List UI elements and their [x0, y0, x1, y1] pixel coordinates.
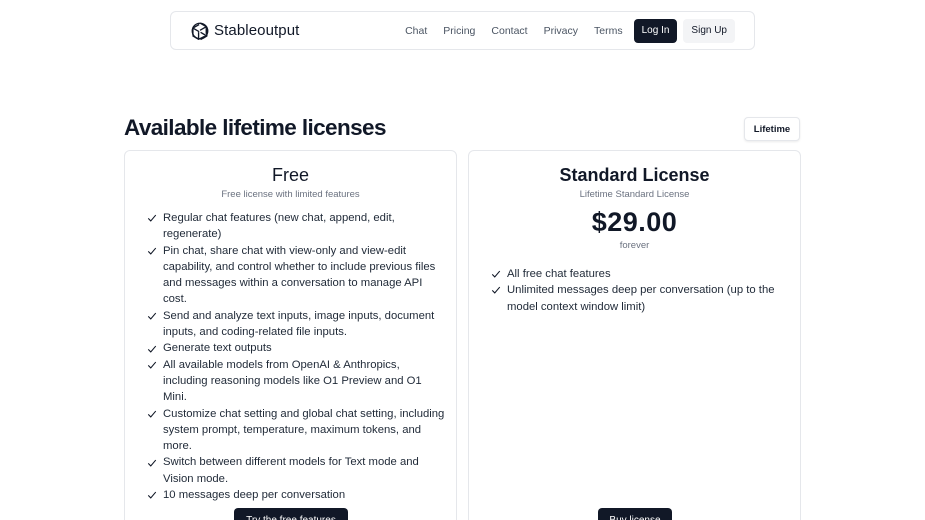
feature-item: All available models from OpenAI & Anthr…	[147, 357, 447, 406]
check-icon	[147, 243, 163, 259]
feature-text: Regular chat features (new chat, append,…	[163, 212, 395, 241]
top-navbar: Stableoutput Chat Pricing Contact Privac…	[170, 11, 755, 50]
feature-text: 10 messages deep per conversation	[163, 489, 346, 502]
feature-text: All available models from OpenAI & Anthr…	[163, 358, 422, 404]
nav-link-pricing[interactable]: Pricing	[443, 25, 475, 37]
feature-item: 10 messages deep per conversation	[147, 487, 447, 503]
signup-button[interactable]: Sign Up	[683, 18, 735, 43]
openai-knot-icon	[190, 21, 210, 41]
check-icon	[147, 308, 163, 324]
feature-text: Switch between different models for Text…	[163, 456, 419, 485]
plan-subtitle: Free license with limited features	[221, 189, 360, 200]
feature-list: All free chat features Unlimited message…	[491, 266, 791, 315]
plan-title: Standard License	[559, 165, 710, 185]
try-free-button[interactable]: Try the free features	[234, 508, 348, 520]
check-icon	[147, 210, 163, 226]
feature-text: All free chat features	[507, 268, 611, 280]
nav-link-contact[interactable]: Contact	[491, 25, 527, 37]
feature-item: Generate text outputs	[147, 340, 447, 356]
nav-link-chat[interactable]: Chat	[405, 25, 427, 37]
check-icon	[491, 282, 507, 298]
buy-license-button[interactable]: Buy license	[598, 508, 672, 520]
check-icon	[491, 266, 507, 282]
feature-text: Send and analyze text inputs, image inpu…	[163, 309, 435, 339]
nav-links: Chat Pricing Contact Privacy Terms Log I…	[405, 18, 735, 43]
feature-item: Send and analyze text inputs, image inpu…	[147, 308, 447, 341]
login-button[interactable]: Log In	[633, 18, 678, 43]
feature-item: Unlimited messages deep per conversation…	[491, 282, 791, 315]
check-icon	[147, 487, 163, 503]
plan-card-standard: Standard License Lifetime Standard Licen…	[468, 150, 801, 520]
nav-link-terms[interactable]: Terms	[594, 25, 623, 37]
brand-logo-link[interactable]: Stableoutput	[190, 21, 299, 41]
check-icon	[147, 454, 163, 470]
feature-text: Generate text outputs	[163, 342, 272, 355]
plan-period: forever	[619, 240, 650, 251]
section-title: Available lifetime licenses	[124, 115, 386, 140]
feature-text: Unlimited messages deep per conversation…	[507, 284, 775, 313]
plan-subtitle: Lifetime Standard License	[579, 189, 690, 200]
feature-item: Customize chat setting and global chat s…	[147, 406, 447, 455]
check-icon	[147, 357, 163, 373]
feature-item: Regular chat features (new chat, append,…	[147, 210, 447, 243]
plan-price: $29.00	[591, 207, 678, 237]
brand-name: Stableoutput	[214, 22, 300, 39]
feature-list: Regular chat features (new chat, append,…	[147, 210, 447, 503]
feature-item: Switch between different models for Text…	[147, 454, 447, 487]
tab-lifetime[interactable]: Lifetime	[744, 117, 800, 141]
feature-text: Pin chat, share chat with view-only and …	[163, 244, 436, 306]
plan-card-free: Free Free license with limited features …	[124, 150, 457, 520]
feature-item: All free chat features	[491, 266, 791, 282]
feature-text: Customize chat setting and global chat s…	[163, 407, 445, 453]
nav-link-privacy[interactable]: Privacy	[544, 25, 578, 37]
check-icon	[147, 340, 163, 356]
check-icon	[147, 406, 163, 422]
feature-item: Pin chat, share chat with view-only and …	[147, 243, 447, 308]
plan-title: Free	[271, 165, 309, 185]
